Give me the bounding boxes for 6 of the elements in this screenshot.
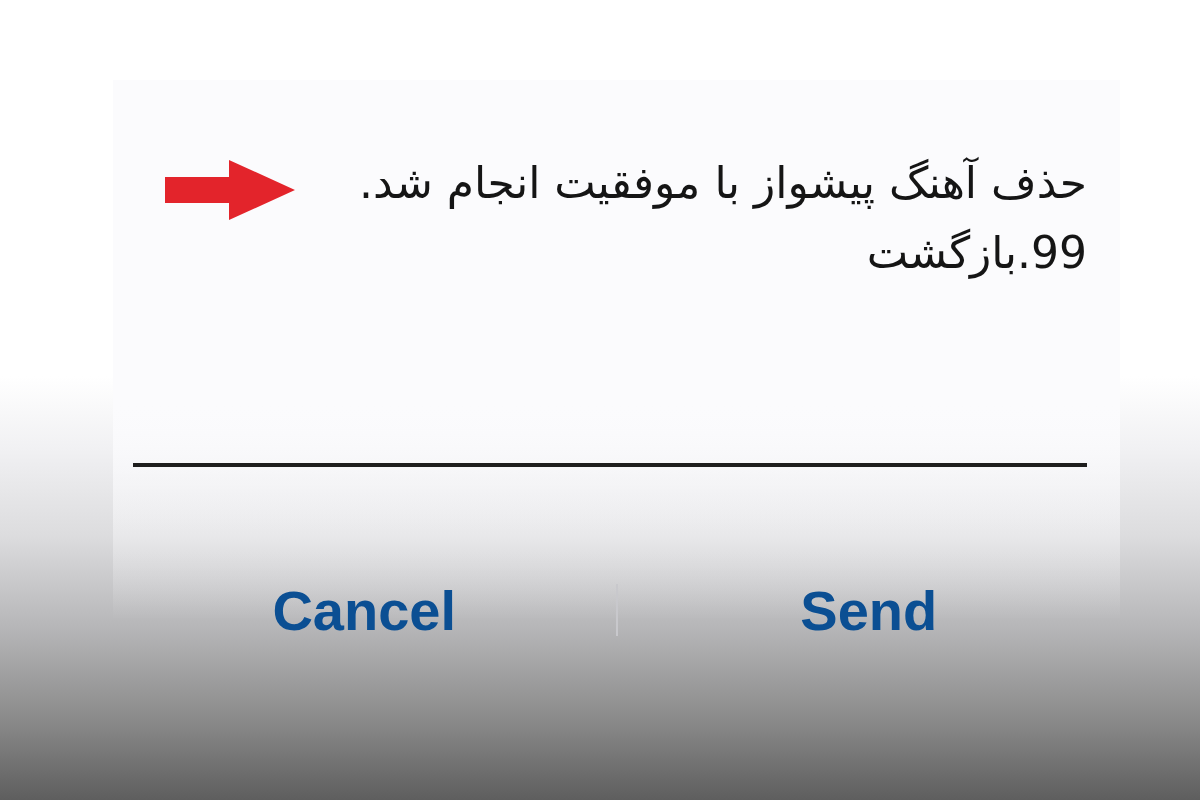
- arrow-icon: [165, 160, 295, 220]
- dialog-button[interactable]: Cancel: [113, 563, 616, 657]
- dialog-button[interactable]: Send: [617, 563, 1120, 657]
- message-field[interactable]: حذف آهنگ پیشواز با موفقیت انجام شد. 99.بازگشت: [133, 80, 1087, 467]
- message-text: 99.بازگشت: [866, 226, 1087, 281]
- message-text: حذف آهنگ پیشواز با موفقیت انجام شد.: [358, 156, 1087, 211]
